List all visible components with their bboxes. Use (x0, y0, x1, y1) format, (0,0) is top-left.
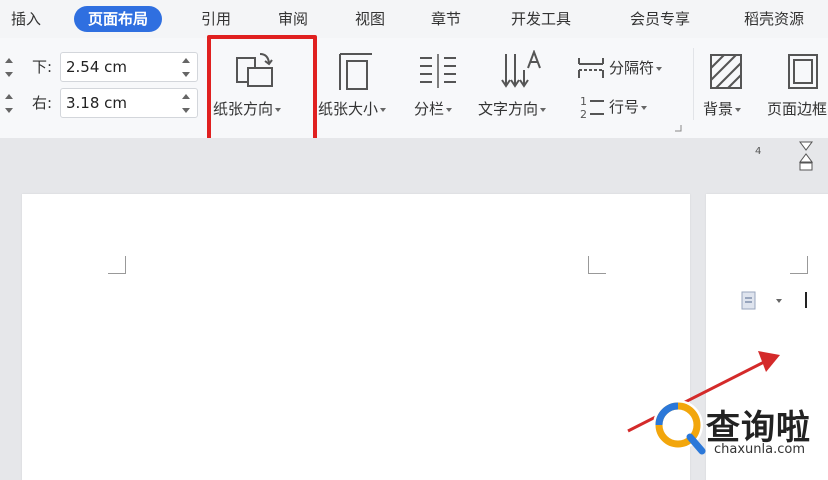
tab-view[interactable]: 视图 (355, 6, 385, 32)
spinner-up-icon[interactable] (182, 94, 190, 99)
margin-corner-marker (790, 256, 808, 274)
right-margin-label: 右: (32, 94, 53, 112)
tab-references[interactable]: 引用 (201, 6, 231, 32)
paper-size-label: 纸张大小 (318, 100, 379, 118)
menu-bar: 插入 页面布局 引用 审阅 视图 章节 开发工具 会员专享 稻壳资源 (0, 0, 828, 38)
ruler-area (0, 138, 828, 190)
ruler-number: 4 (755, 146, 762, 157)
indent-marker-icon[interactable] (798, 140, 814, 172)
tab-page-layout[interactable]: 页面布局 (74, 6, 163, 32)
svg-text:2: 2 (580, 108, 587, 120)
dropdown-caret-icon (735, 107, 742, 112)
dropdown-caret-icon (540, 107, 547, 112)
tab-member-exclusive[interactable]: 会员专享 (630, 6, 690, 32)
svg-text:1: 1 (580, 95, 587, 108)
page-border-icon (788, 54, 818, 89)
highlight-annotation-box (207, 35, 317, 144)
dropdown-caret-icon[interactable] (776, 299, 782, 303)
spinner-down-icon[interactable] (5, 108, 13, 113)
spinner-down-icon[interactable] (182, 72, 190, 77)
columns-icon (420, 54, 456, 88)
separator-label: 分隔符 (609, 59, 655, 77)
ribbon-divider (693, 48, 694, 120)
tab-section[interactable]: 章节 (431, 6, 461, 32)
text-cursor (805, 292, 807, 308)
margin-corner-marker (108, 256, 126, 274)
spinner-down-icon[interactable] (182, 108, 190, 113)
dropdown-caret-icon (656, 66, 663, 71)
spinner-up-icon[interactable] (5, 58, 13, 63)
document-page[interactable] (22, 194, 690, 480)
dropdown-caret-icon (380, 107, 387, 112)
dropdown-caret-icon (446, 107, 453, 112)
spinner-up-icon[interactable] (182, 58, 190, 63)
dropdown-caret-icon (641, 105, 648, 110)
paper-size-icon (339, 53, 372, 90)
spinner-down-icon[interactable] (5, 72, 13, 77)
spinner-up-icon[interactable] (5, 94, 13, 99)
page-border-label: 页面边框 (767, 100, 828, 118)
tab-review[interactable]: 审阅 (278, 6, 308, 32)
background-icon (710, 54, 742, 89)
columns-label: 分栏 (414, 100, 445, 118)
tab-insert[interactable]: 插入 (11, 6, 41, 32)
tab-docer-resources[interactable]: 稻壳资源 (744, 6, 804, 32)
separator-icon (578, 58, 604, 78)
bottom-margin-label: 下: (32, 58, 53, 76)
right-margin-input[interactable]: 3.18 cm (60, 88, 198, 118)
text-direction-label: 文字方向 (478, 100, 539, 118)
tab-developer-tools[interactable]: 开发工具 (511, 6, 571, 32)
dialog-launcher-icon[interactable] (674, 124, 682, 132)
background-label: 背景 (703, 100, 734, 118)
paste-options-icon[interactable] (740, 290, 762, 312)
line-number-label: 行号 (609, 98, 640, 116)
text-direction-icon (501, 50, 541, 88)
watermark-url: chaxunla.com (714, 442, 805, 457)
bottom-margin-input[interactable]: 2.54 cm (60, 52, 198, 82)
margin-corner-marker (588, 256, 606, 274)
watermark-logo-icon (653, 400, 706, 455)
line-number-icon: 1 2 (580, 95, 604, 120)
